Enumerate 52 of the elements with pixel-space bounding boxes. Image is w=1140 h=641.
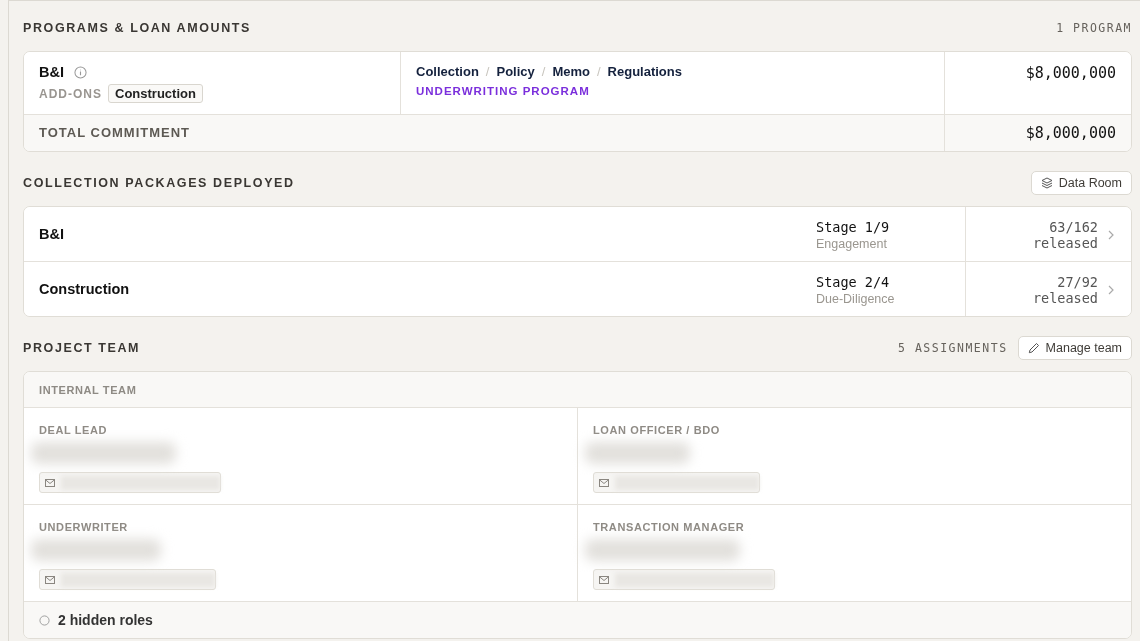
chevron-right-icon (1106, 230, 1116, 240)
role-label: DEAL LEAD (39, 424, 108, 436)
document-link[interactable]: Memo (552, 64, 590, 79)
email-chip[interactable] (39, 472, 221, 493)
total-amount: $8,000,000 (1025, 124, 1116, 142)
chevron-right-icon (1106, 285, 1116, 295)
section-title: PROJECT TEAM (23, 341, 141, 355)
breadcrumb-separator: / (485, 64, 490, 79)
program-count: 1 PROGRAM (1056, 21, 1132, 35)
stage-name: Due-Diligence (816, 292, 895, 306)
mail-icon (45, 478, 55, 487)
document-link[interactable]: Policy (496, 64, 535, 79)
package-name: B&I (39, 226, 64, 242)
email-chip[interactable] (39, 569, 216, 590)
section-title: COLLECTION PACKAGES DEPLOYED (23, 176, 295, 190)
email-chip[interactable] (593, 472, 760, 493)
program-name: B&I (39, 64, 64, 80)
breadcrumb-separator: / (596, 64, 601, 79)
program-type: UNDERWRITING PROGRAM (416, 85, 590, 97)
role-label: LOAN OFFICER / BDO (593, 424, 720, 436)
stage-name: Engagement (816, 237, 887, 251)
released-count: 27/92 (1057, 274, 1098, 290)
released-label: released (1032, 235, 1098, 251)
document-link[interactable]: Collection (416, 64, 479, 79)
section-title: PROGRAMS & LOAN AMOUNTS (23, 21, 251, 35)
data-room-button[interactable]: Data Room (1030, 171, 1132, 195)
released-label: released (1032, 290, 1098, 306)
mail-icon (599, 478, 609, 487)
pencil-icon (1027, 342, 1040, 354)
group-title: INTERNAL TEAM (39, 384, 137, 396)
released-count: 63/162 (1049, 219, 1098, 235)
program-amount: $8,000,000 (1025, 64, 1116, 82)
package-row[interactable]: Construction Stage 2/4 Due-Diligence 27/92 released (24, 262, 1131, 316)
info-icon[interactable] (74, 65, 87, 79)
hidden-roles-text[interactable]: 2 hidden roles (58, 612, 153, 628)
role-label: UNDERWRITER (39, 521, 128, 533)
document-link[interactable]: Regulations (607, 64, 682, 79)
addon-tag: Construction (108, 84, 203, 103)
addons-label: ADD-ONS (39, 86, 102, 101)
breadcrumb-separator: / (541, 64, 546, 79)
layers-icon (1040, 177, 1053, 189)
mail-icon (45, 575, 55, 584)
package-name: Construction (39, 281, 130, 297)
total-label: TOTAL COMMITMENT (39, 125, 191, 140)
email-chip[interactable] (593, 569, 775, 590)
stage-number: Stage 1/9 (816, 219, 890, 235)
stage-number: Stage 2/4 (816, 274, 890, 290)
mail-icon (599, 575, 609, 584)
package-row[interactable]: B&I Stage 1/9 Engagement 63/162 released (24, 207, 1131, 262)
manage-team-button[interactable]: Manage team (1017, 336, 1132, 360)
role-label: TRANSACTION MANAGER (593, 521, 745, 533)
assignment-count: 5 ASSIGNMENTS (898, 341, 1008, 355)
